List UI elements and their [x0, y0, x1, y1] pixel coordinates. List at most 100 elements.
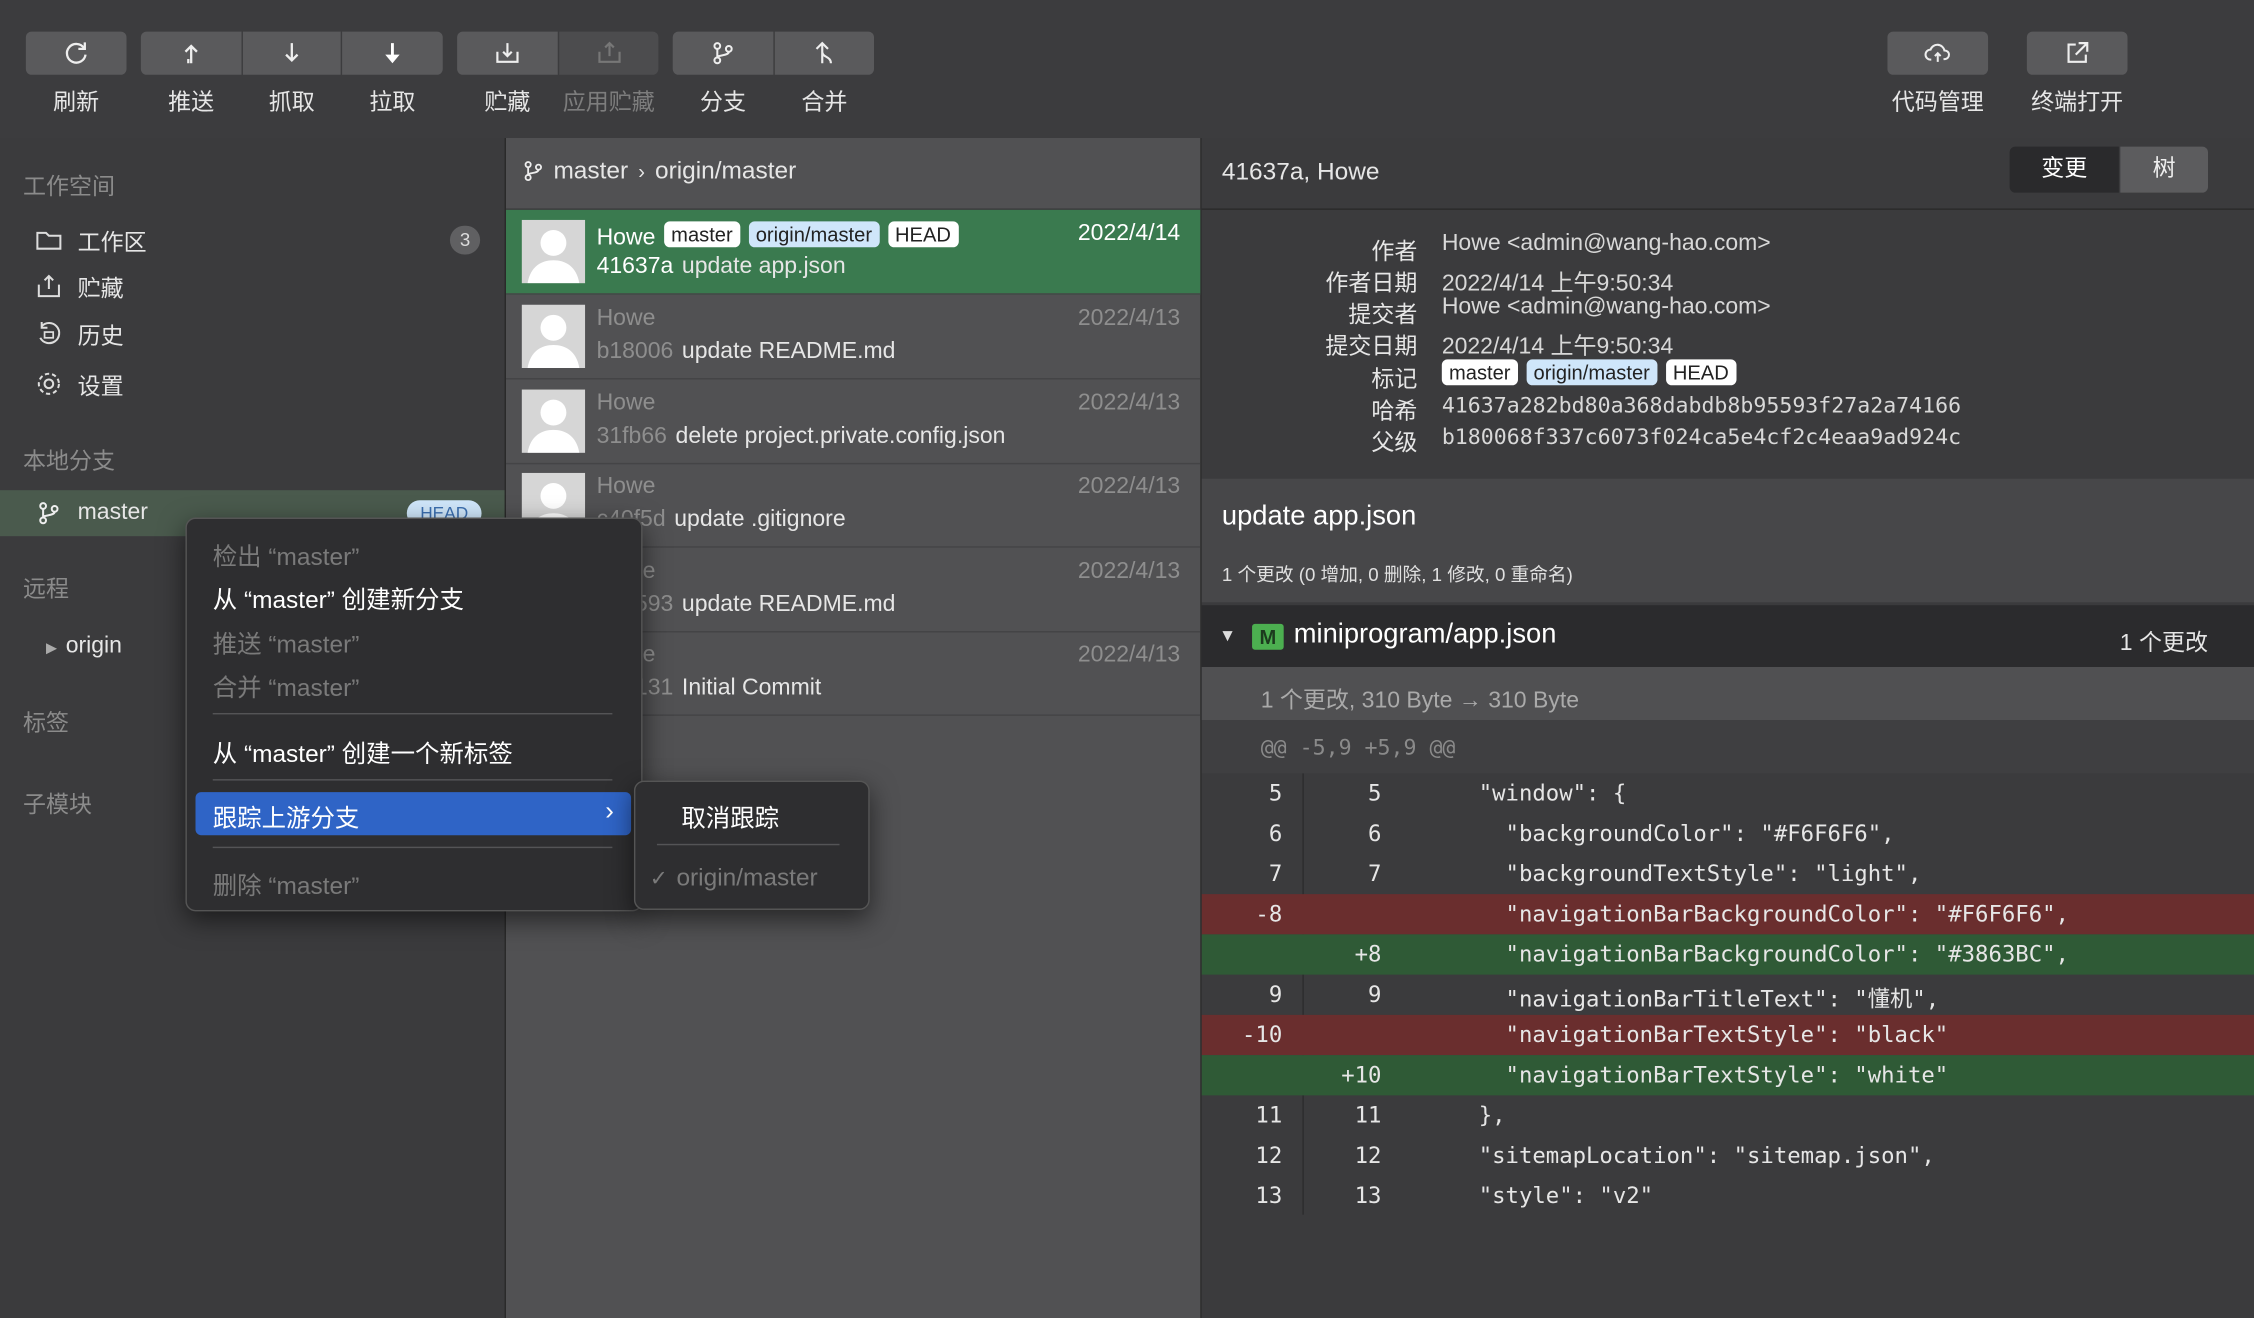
- push-label: 推送: [168, 90, 215, 115]
- commit-date-label: 提交日期: [1325, 334, 1418, 360]
- commit-row[interactable]: Howe 2022/4/13 31fb66 delete project.priv…: [506, 380, 1201, 465]
- commit-row[interactable]: Howe 2022/4/13 b18006 update README.md: [506, 295, 1201, 380]
- branch-button[interactable]: [672, 31, 774, 75]
- sidebar-item-history[interactable]: 历史: [35, 315, 124, 352]
- commit-date: 2022/4/13: [1077, 559, 1181, 584]
- sidebar-item-label: 工作区: [77, 231, 147, 256]
- remote-header: 远程: [23, 577, 70, 603]
- hunk-header: @@ -5,9 +5,9 @@: [1260, 734, 1456, 761]
- tab-changes[interactable]: 变更: [2009, 146, 2119, 193]
- commit-author: Howe: [596, 474, 656, 499]
- push-button[interactable]: [140, 31, 242, 75]
- tag-badge: origin/master: [748, 221, 880, 248]
- history-icon: [39, 322, 61, 345]
- branch-name: master: [77, 500, 148, 525]
- gear-icon: [37, 372, 60, 395]
- terminal-button[interactable]: [2026, 31, 2128, 75]
- upstream-branch: origin/master: [654, 156, 797, 184]
- file-path: miniprogram/app.json: [1293, 619, 1557, 650]
- diff-line: 12 12 "sitemapLocation": "sitemap.json",: [1255, 1142, 1935, 1169]
- diff-line-added: +8 "navigationBarBackgroundColor": "#386…: [1201, 934, 2254, 975]
- remote-origin-item[interactable]: ▶ origin: [46, 634, 122, 660]
- menu-item-new-branch[interactable]: 从 “master” 创建新分支: [213, 579, 464, 615]
- detail-header: 41637a, Howe: [1221, 158, 1380, 186]
- tags-header: 标签: [23, 711, 70, 736]
- code-manage-button[interactable]: [1887, 31, 1989, 75]
- branch-item-label-row: master: [35, 495, 148, 532]
- menu-item-delete[interactable]: 删除 “master”: [213, 865, 360, 901]
- pull-button[interactable]: [342, 31, 443, 75]
- commit-message: b18006 update README.md: [596, 339, 896, 364]
- external-open-icon: [2067, 42, 2089, 63]
- diff-line-removed: -10 "navigationBarTextStyle": "black": [1201, 1014, 2254, 1056]
- submodules-header: 子模块: [23, 793, 93, 818]
- commit-message: 31fb66 delete project.private.config.json: [596, 424, 1006, 449]
- chevron-right-icon: ›: [638, 159, 645, 183]
- commit-row[interactable]: Howe master origin/master HEAD 2022/4/14 41…: [506, 209, 1201, 295]
- local-branches-header: 本地分支: [23, 449, 116, 475]
- menu-separator: [656, 843, 840, 846]
- tab-tree[interactable]: 树: [2120, 146, 2208, 193]
- menu-separator: [212, 779, 613, 781]
- apply-stash-icon: [597, 41, 620, 63]
- tags-label: 标记: [1371, 368, 1418, 393]
- submenu-item-origin-master-label: origin/master: [676, 863, 818, 892]
- merge-button[interactable]: [774, 31, 874, 75]
- apply-stash-label: 应用贮藏: [562, 90, 655, 115]
- parent-value: b180068f337c6073f024ca5e4cf2c4eaa9ad924c: [1441, 424, 1962, 450]
- refresh-label: 刷新: [53, 90, 100, 115]
- menu-item-checkout[interactable]: 检出 “master”: [213, 536, 360, 572]
- disclosure-triangle-icon[interactable]: ▶: [46, 641, 57, 657]
- commit-author: Howe master origin/master HEAD: [597, 221, 959, 251]
- sidebar-item-stash[interactable]: 贮藏: [35, 267, 124, 304]
- stash-label: 贮藏: [484, 90, 531, 115]
- hash-value: 41637a282bd80a368dabdb8b95593f27a2a74166: [1441, 392, 1962, 419]
- checkmark-icon: ✓: [649, 866, 668, 892]
- commit-date-value: 2022/4/14 上午9:50:34: [1441, 334, 1674, 360]
- submenu-item-untrack[interactable]: 取消跟踪: [681, 798, 779, 834]
- workspace-count-badge: 3: [449, 225, 481, 255]
- stash-button[interactable]: [457, 31, 558, 75]
- tag-badge: HEAD: [887, 221, 959, 248]
- committer-label: 提交者: [1348, 303, 1418, 328]
- sidebar-item-label: 历史: [77, 324, 124, 350]
- submenu-item-origin-master[interactable]: ✓ origin/master: [650, 864, 818, 893]
- tag-badge: master: [1441, 359, 1518, 386]
- merge-label: 合并: [801, 90, 848, 115]
- refresh-button[interactable]: [25, 31, 127, 75]
- apply-stash-button[interactable]: [559, 31, 659, 75]
- tag-badge: master: [663, 221, 740, 248]
- file-change-count: 1 个更改: [2119, 631, 2208, 656]
- commit-date: 2022/4/13: [1077, 306, 1181, 331]
- push-icon: [184, 44, 198, 64]
- commit-subject: update app.json: [1221, 501, 1417, 532]
- tag-badge: origin/master: [1526, 359, 1658, 386]
- diff-line-added: +10 "navigationBarTextStyle": "white": [1201, 1055, 2254, 1096]
- modified-badge: M: [1252, 623, 1284, 650]
- menu-item-track-upstream[interactable]: 跟踪上游分支 ›: [195, 792, 632, 836]
- sidebar-item-settings[interactable]: 设置: [35, 365, 124, 402]
- author-date-value: 2022/4/14 上午9:50:34: [1441, 271, 1674, 297]
- sidebar-item-workspace[interactable]: 工作区: [35, 221, 147, 258]
- fetch-icon: [285, 43, 299, 63]
- branch-context-menu: 检出 “master” 从 “master” 创建新分支 推送 “master”…: [185, 517, 643, 912]
- code-manage-label: 代码管理: [1891, 90, 1984, 115]
- menu-item-new-tag[interactable]: 从 “master” 创建一个新标签: [213, 733, 513, 769]
- current-branch: master: [553, 156, 629, 184]
- cloud-sync-icon: [1924, 43, 1950, 62]
- remote-origin-label: origin: [65, 633, 122, 659]
- menu-item-push[interactable]: 推送 “master”: [213, 624, 360, 660]
- fetch-label: 抓取: [268, 90, 315, 115]
- upstream-submenu: 取消跟踪 ✓ origin/master: [633, 780, 870, 910]
- terminal-label: 终端打开: [2031, 90, 2124, 115]
- tags-value: master origin/master HEAD: [1433, 359, 1736, 389]
- collapse-triangle-icon[interactable]: ▼: [1219, 625, 1236, 645]
- merge-icon: [815, 41, 832, 64]
- branch-label: 分支: [700, 90, 747, 115]
- commit-message: 41637a update app.json: [596, 254, 846, 279]
- diff-line: 77 "backgroundTextStyle": "light",: [1268, 861, 1922, 887]
- fetch-button[interactable]: [242, 31, 341, 75]
- menu-item-merge[interactable]: 合并 “master”: [213, 667, 360, 703]
- author-label: 作者: [1371, 240, 1418, 265]
- menu-separator: [212, 713, 613, 715]
